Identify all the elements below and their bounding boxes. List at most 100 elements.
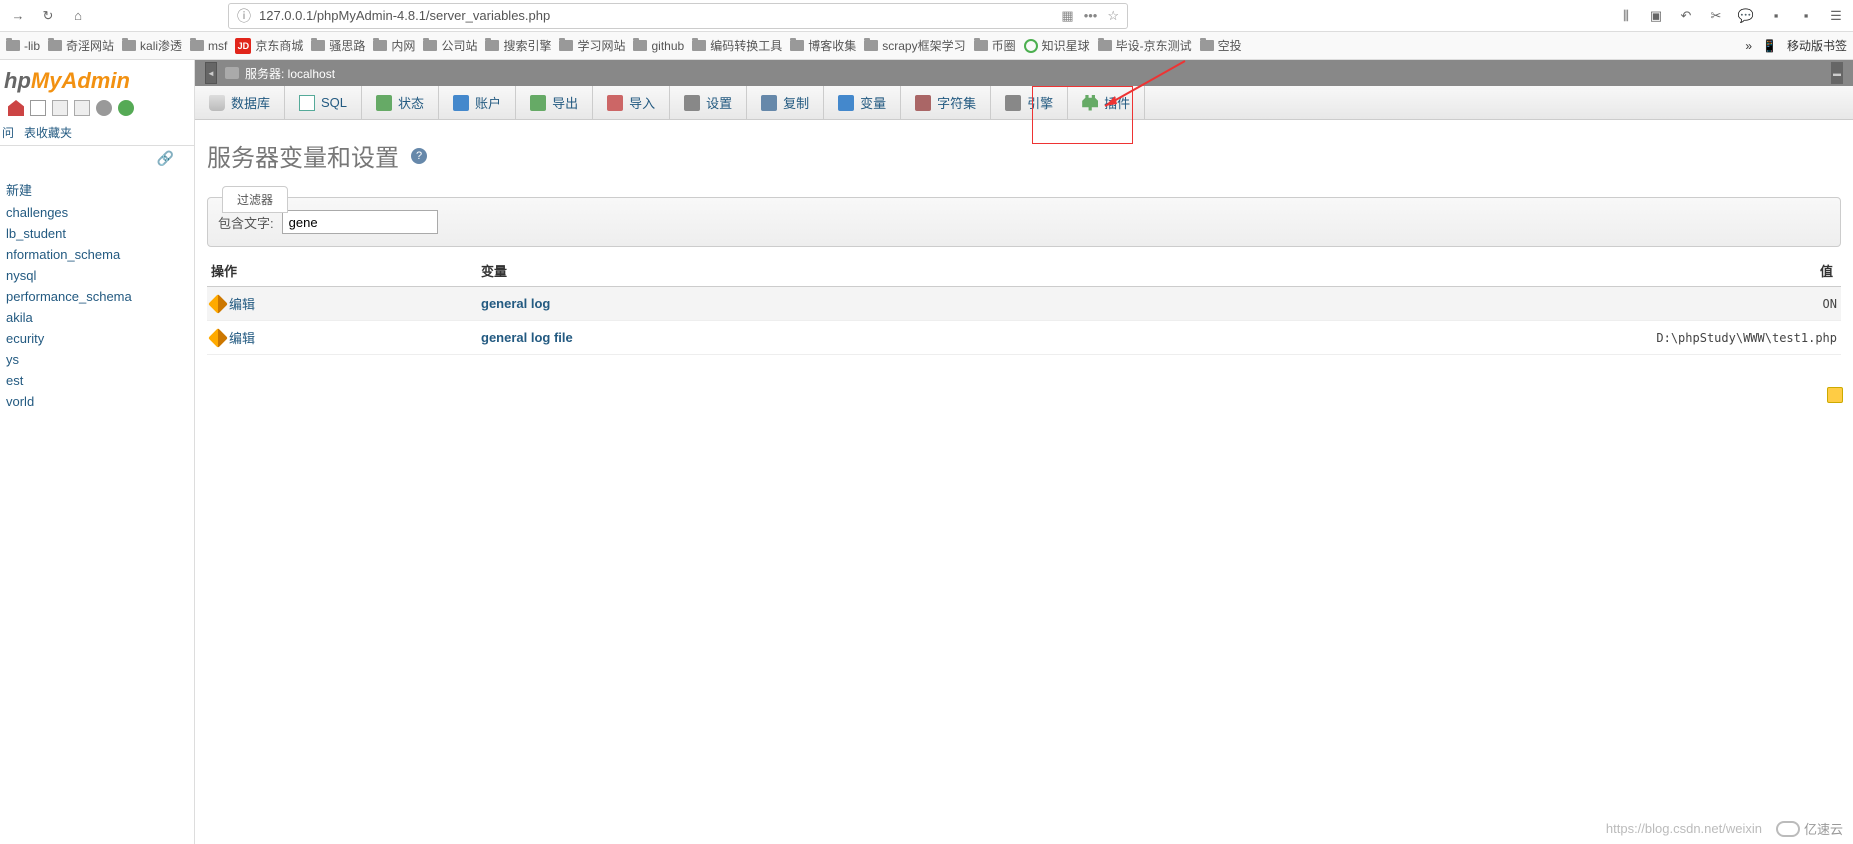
filter-box: 过滤器 包含文字: [207, 197, 1841, 247]
bookmark-item[interactable]: JD京东商城 [235, 37, 303, 54]
favorites-tab[interactable]: 表收藏夹 [24, 124, 72, 141]
bookmark-label: 内网 [391, 37, 415, 54]
bookmark-item[interactable]: 博客收集 [790, 37, 856, 54]
tab-settings[interactable]: 设置 [670, 86, 747, 119]
tab-plugin[interactable]: 插件 [1068, 86, 1145, 119]
db-tree-item[interactable]: ecurity [2, 328, 192, 349]
folder-icon [6, 40, 20, 51]
db-tree-item[interactable]: 新建 [2, 177, 192, 202]
tab-label: 设置 [706, 93, 732, 112]
more-icon[interactable]: ••• [1084, 8, 1098, 24]
tab-sql[interactable]: SQL [285, 86, 362, 119]
page-body: 服务器变量和设置 ? 过滤器 包含文字: 操作 变量 值 [195, 120, 1853, 373]
bookmark-item[interactable]: 币圈 [974, 37, 1016, 54]
home-icon[interactable] [8, 100, 24, 116]
tab-vars[interactable]: 变量 [824, 86, 901, 119]
folder-icon [692, 40, 706, 51]
db-tree-item[interactable]: vorld [2, 391, 192, 412]
ext1-icon[interactable]: ▪ [1767, 8, 1785, 24]
note-icon[interactable] [1827, 387, 1843, 403]
bookmark-item[interactable]: -lib [6, 39, 40, 53]
bookmark-item[interactable]: 内网 [373, 37, 415, 54]
library-icon[interactable]: ⫼ [1617, 8, 1635, 24]
tab-export[interactable]: 导出 [516, 86, 593, 119]
db-tree-item[interactable]: performance_schema [2, 286, 192, 307]
chat-icon[interactable]: 💬 [1737, 8, 1755, 24]
zsxq-icon [1024, 39, 1038, 53]
tab-db[interactable]: 数据库 [195, 86, 285, 119]
collapse-right-icon[interactable]: ▬ [1831, 62, 1843, 84]
tab-import[interactable]: 导入 [593, 86, 670, 119]
bookmark-item[interactable]: 编码转换工具 [692, 37, 782, 54]
breadcrumb: ◄ 服务器: localhost ▬ [195, 60, 1853, 86]
overflow-icon[interactable]: » [1745, 39, 1752, 53]
bookmark-item[interactable]: 搜索引擎 [485, 37, 551, 54]
bookmark-label: 骚思路 [329, 37, 365, 54]
recent-tab[interactable]: 问 [2, 124, 14, 141]
clipboard-icon[interactable]: ✂ [1707, 8, 1725, 24]
tab-users[interactable]: 账户 [439, 86, 516, 119]
breadcrumb-text[interactable]: 服务器: localhost [245, 65, 335, 82]
tab-label: SQL [321, 95, 347, 110]
plugin-icon [1082, 95, 1098, 111]
collapse-left-icon[interactable]: ◄ [205, 62, 217, 84]
bookmark-item[interactable]: 毕设-京东测试 [1098, 37, 1192, 54]
sql-icon [299, 95, 315, 111]
tab-repl[interactable]: 复制 [747, 86, 824, 119]
refresh-icon[interactable] [118, 100, 134, 116]
navi-icon[interactable] [74, 100, 90, 116]
bookmark-item[interactable]: github [633, 39, 684, 53]
logo[interactable]: hpMyAdmin [0, 60, 194, 96]
link-icon[interactable]: 🔗 [157, 150, 174, 166]
col-value: 值 [949, 255, 1841, 287]
sidebar-icon[interactable]: ▣ [1647, 8, 1665, 24]
tab-label: 插件 [1104, 93, 1130, 112]
db-tree-item[interactable]: akila [2, 307, 192, 328]
bookmark-label: 币圈 [992, 37, 1016, 54]
db-tree-item[interactable]: ys [2, 349, 192, 370]
reload-icon[interactable]: ↻ [38, 6, 58, 26]
edit-button[interactable]: 编辑 [211, 328, 473, 347]
forward-icon[interactable]: → [8, 6, 28, 26]
db-tree-item[interactable]: est [2, 370, 192, 391]
folder-icon [485, 40, 499, 51]
undo-icon[interactable]: ↶ [1677, 8, 1695, 24]
bookmark-label: 空投 [1218, 37, 1242, 54]
filter-input[interactable] [282, 210, 438, 234]
bookmark-item[interactable]: kali渗透 [122, 37, 182, 54]
help-icon[interactable]: ? [411, 148, 427, 164]
url-bar[interactable]: ⓘ 127.0.0.1/phpMyAdmin-4.8.1/server_vari… [228, 3, 1128, 29]
db-tree-item[interactable]: lb_student [2, 223, 192, 244]
db-tree-item[interactable]: nysql [2, 265, 192, 286]
bookmark-item[interactable]: 知识星球 [1024, 37, 1090, 54]
tab-charset[interactable]: 字符集 [901, 86, 991, 119]
tab-label: 变量 [860, 93, 886, 112]
tab-engine[interactable]: 引擎 [991, 86, 1068, 119]
folder-icon [1098, 40, 1112, 51]
bookmark-item[interactable]: scrapy框架学习 [864, 37, 965, 54]
bookmark-item[interactable]: msf [190, 39, 227, 53]
logout-icon[interactable] [30, 100, 46, 116]
qr-icon[interactable]: ▦ [1061, 8, 1073, 24]
tab-status[interactable]: 状态 [362, 86, 439, 119]
variable-name[interactable]: general log file [481, 330, 573, 345]
variable-name[interactable]: general log [481, 296, 550, 311]
settings-icon[interactable] [96, 100, 112, 116]
menu-icon[interactable]: ☰ [1827, 8, 1845, 24]
mobile-bookmarks[interactable]: 移动版书签 [1787, 37, 1847, 54]
edit-button[interactable]: 编辑 [211, 294, 473, 313]
bookmark-item[interactable]: 学习网站 [559, 37, 625, 54]
home-icon[interactable]: ⌂ [68, 6, 88, 26]
ext2-icon[interactable]: ▪ [1797, 8, 1815, 24]
bookmark-item[interactable]: 空投 [1200, 37, 1242, 54]
db-tree-item[interactable]: nformation_schema [2, 244, 192, 265]
docs-icon[interactable] [52, 100, 68, 116]
db-tree-item[interactable]: challenges [2, 202, 192, 223]
star-icon[interactable]: ☆ [1107, 8, 1119, 24]
bookmark-item[interactable]: 骚思路 [311, 37, 365, 54]
bookmark-item[interactable]: 公司站 [423, 37, 477, 54]
bookmark-item[interactable]: 奇淫网站 [48, 37, 114, 54]
tab-label: 账户 [475, 93, 501, 112]
info-icon[interactable]: ⓘ [237, 6, 253, 26]
folder-icon [373, 40, 387, 51]
